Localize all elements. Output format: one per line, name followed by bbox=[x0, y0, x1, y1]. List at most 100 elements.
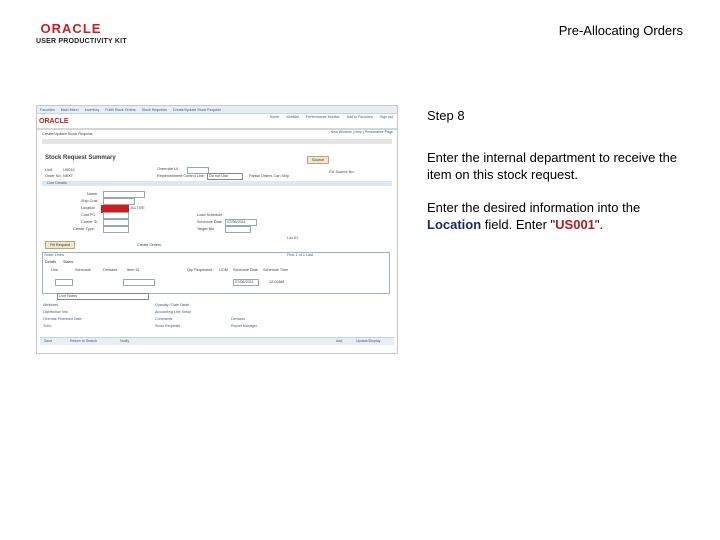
line-details-bar bbox=[42, 181, 392, 186]
home-link[interactable]: Home bbox=[270, 115, 280, 119]
stock-requests-link[interactable]: Stock Requests bbox=[155, 324, 180, 328]
ship-cust-label: Ship Cust bbox=[81, 199, 98, 203]
todo-link[interactable]: ToDo bbox=[43, 324, 51, 328]
notify-button[interactable]: Notify bbox=[120, 339, 129, 343]
carrier-type-label: Carrier Type bbox=[73, 227, 94, 231]
report-manager-link[interactable]: Report Manager bbox=[231, 324, 257, 328]
load-schedule-label: Load Schedule bbox=[197, 213, 223, 217]
return-to-search-button[interactable]: Return to Search bbox=[70, 339, 97, 343]
schedule-time-cell-value: 12:00AM bbox=[269, 280, 285, 284]
override-date-link[interactable]: Override Promised Date bbox=[43, 317, 82, 321]
schedule-date-cell-value: 07/06/2011 bbox=[235, 280, 254, 284]
loc-id-label: Loc ID bbox=[287, 236, 298, 240]
top-links: Home Worklist Performance Monitor Add to… bbox=[264, 115, 393, 119]
signout-link[interactable]: Sign out bbox=[380, 115, 393, 119]
unit-value: US010 bbox=[63, 168, 75, 172]
update-display-button[interactable]: Update/Display bbox=[356, 339, 380, 343]
field-name-highlight: Location bbox=[427, 217, 482, 232]
override-field[interactable] bbox=[187, 167, 209, 174]
attributes-link[interactable]: Attributes bbox=[43, 303, 58, 307]
related-select-value: Line Notes bbox=[59, 294, 78, 298]
col-header: Item ID bbox=[127, 268, 140, 272]
target-bid-field[interactable] bbox=[225, 226, 251, 233]
component-breadcrumb: Create/Update Stock Request bbox=[42, 132, 93, 136]
instruction-suffix: ". bbox=[594, 217, 604, 232]
ship-cust-field[interactable] bbox=[103, 198, 135, 205]
cust-po-label: Cust PO bbox=[81, 213, 96, 217]
unit-label: Unit: bbox=[45, 168, 53, 172]
nav-item[interactable]: Favorites bbox=[40, 108, 55, 112]
demand-link[interactable]: Demand bbox=[231, 317, 245, 321]
carrier-id-field[interactable] bbox=[103, 219, 129, 226]
application-screenshot: Favorites Main Menu Inventory Fulfill St… bbox=[36, 105, 398, 354]
instruction-text-1: Enter the internal department to receive… bbox=[427, 150, 678, 182]
logo-subtitle: USER PRODUCTIVITY KIT bbox=[36, 38, 127, 45]
comments-link[interactable]: Comments bbox=[155, 317, 172, 321]
nav-item[interactable]: Fulfill Stock Orders bbox=[105, 108, 135, 112]
app-oracle-logo: ORACLE bbox=[39, 118, 69, 125]
tab-details[interactable]: Details bbox=[45, 260, 56, 264]
value-highlight: US001 bbox=[555, 217, 595, 232]
override-label: Overrride UL: bbox=[157, 167, 180, 171]
order-lines-grid bbox=[42, 252, 390, 294]
grid-title: Order Lines bbox=[44, 253, 64, 257]
logo-wordmark: ORACLE bbox=[40, 21, 102, 36]
accounting-link[interactable]: Accounting Line Setup bbox=[155, 310, 191, 314]
create-orders-link[interactable]: Create Orders bbox=[137, 243, 161, 247]
carrier-id-label: Carrier ID bbox=[81, 220, 98, 224]
order-no-label: Order No: bbox=[45, 174, 62, 178]
ext-source-label: Ext Source No: bbox=[329, 170, 355, 174]
page-title: Pre-Allocating Orders bbox=[558, 23, 683, 38]
window-links[interactable]: New Window | Help | Personalize Page bbox=[331, 130, 393, 134]
save-button[interactable]: Save bbox=[44, 339, 52, 343]
name-label: Name bbox=[87, 192, 98, 196]
partial-orders-checkbox-label[interactable]: Partial Orders Can Ship bbox=[249, 174, 289, 178]
col-header: Schedule bbox=[75, 268, 91, 272]
qty-date-link[interactable]: Quantity / Date Detail bbox=[155, 303, 189, 307]
nav-item[interactable]: Inventory bbox=[85, 108, 100, 112]
cust-po-field[interactable] bbox=[103, 212, 129, 219]
source-button[interactable]: Source bbox=[307, 156, 330, 164]
page-heading: Stock Request Summary bbox=[45, 155, 116, 161]
performance-link[interactable]: Performance Monitor bbox=[306, 115, 340, 119]
app-brand-bar: ORACLE Home Worklist Performance Monitor… bbox=[37, 114, 397, 130]
oracle-upk-logo: ORACLE USER PRODUCTIVITY KIT bbox=[36, 21, 136, 46]
location-label: Location bbox=[81, 206, 96, 210]
col-header: Schedule Date bbox=[233, 268, 258, 272]
instruction-text-2: Enter the desired information into the L… bbox=[427, 199, 687, 233]
tab-status[interactable]: Status bbox=[63, 260, 73, 264]
nav-item[interactable]: Stock Requests bbox=[142, 108, 167, 112]
step-number: Step 8 bbox=[427, 108, 465, 123]
favorites-link[interactable]: Add to Favorites bbox=[347, 115, 373, 119]
grid-pagination[interactable]: First 1 of 1 Last bbox=[287, 253, 313, 257]
item-id-field[interactable] bbox=[123, 279, 155, 286]
replenishment-value: Do not Use bbox=[209, 174, 228, 178]
add-button[interactable]: Add bbox=[336, 339, 342, 343]
schedule-date-value: 07/06/2011 bbox=[227, 220, 246, 224]
grid-tabs: Details Status bbox=[45, 260, 73, 264]
col-header: Demand bbox=[103, 268, 118, 272]
distribution-link[interactable]: Distribution Info bbox=[43, 310, 68, 314]
active-status: ACTIVE bbox=[131, 206, 145, 210]
name-field[interactable] bbox=[103, 191, 145, 198]
nav-item[interactable]: Main Menu bbox=[61, 108, 79, 112]
col-header: Line bbox=[51, 268, 59, 272]
col-header: UOM bbox=[219, 268, 228, 272]
line-details-link[interactable]: Line Details bbox=[47, 181, 67, 185]
order-no-value: NEXT bbox=[63, 174, 74, 178]
col-header: Schedule Time bbox=[263, 268, 289, 272]
section-divider bbox=[42, 139, 392, 144]
col-header: Qty Requested bbox=[187, 268, 213, 272]
line-field[interactable] bbox=[55, 279, 73, 286]
target-bid-label: Target Bid bbox=[197, 227, 215, 231]
worklist-link[interactable]: Worklist bbox=[286, 115, 299, 119]
fill-request-button[interactable]: Fill Request bbox=[45, 241, 76, 249]
carrier-type-field[interactable] bbox=[103, 226, 129, 233]
toolbar: Save Return to Search Notify Add Update/… bbox=[40, 337, 394, 345]
instruction-middle: field. Enter " bbox=[481, 217, 556, 232]
schedule-date-label: Schedule Date bbox=[197, 220, 222, 224]
breadcrumb-nav: Favorites Main Menu Inventory Fulfill St… bbox=[37, 106, 397, 114]
instruction-prefix: Enter the desired information into the bbox=[427, 200, 641, 215]
replenishment-label: Replenishment Control Line: bbox=[157, 174, 205, 178]
nav-item[interactable]: Create/Update Stock Request bbox=[173, 108, 221, 112]
